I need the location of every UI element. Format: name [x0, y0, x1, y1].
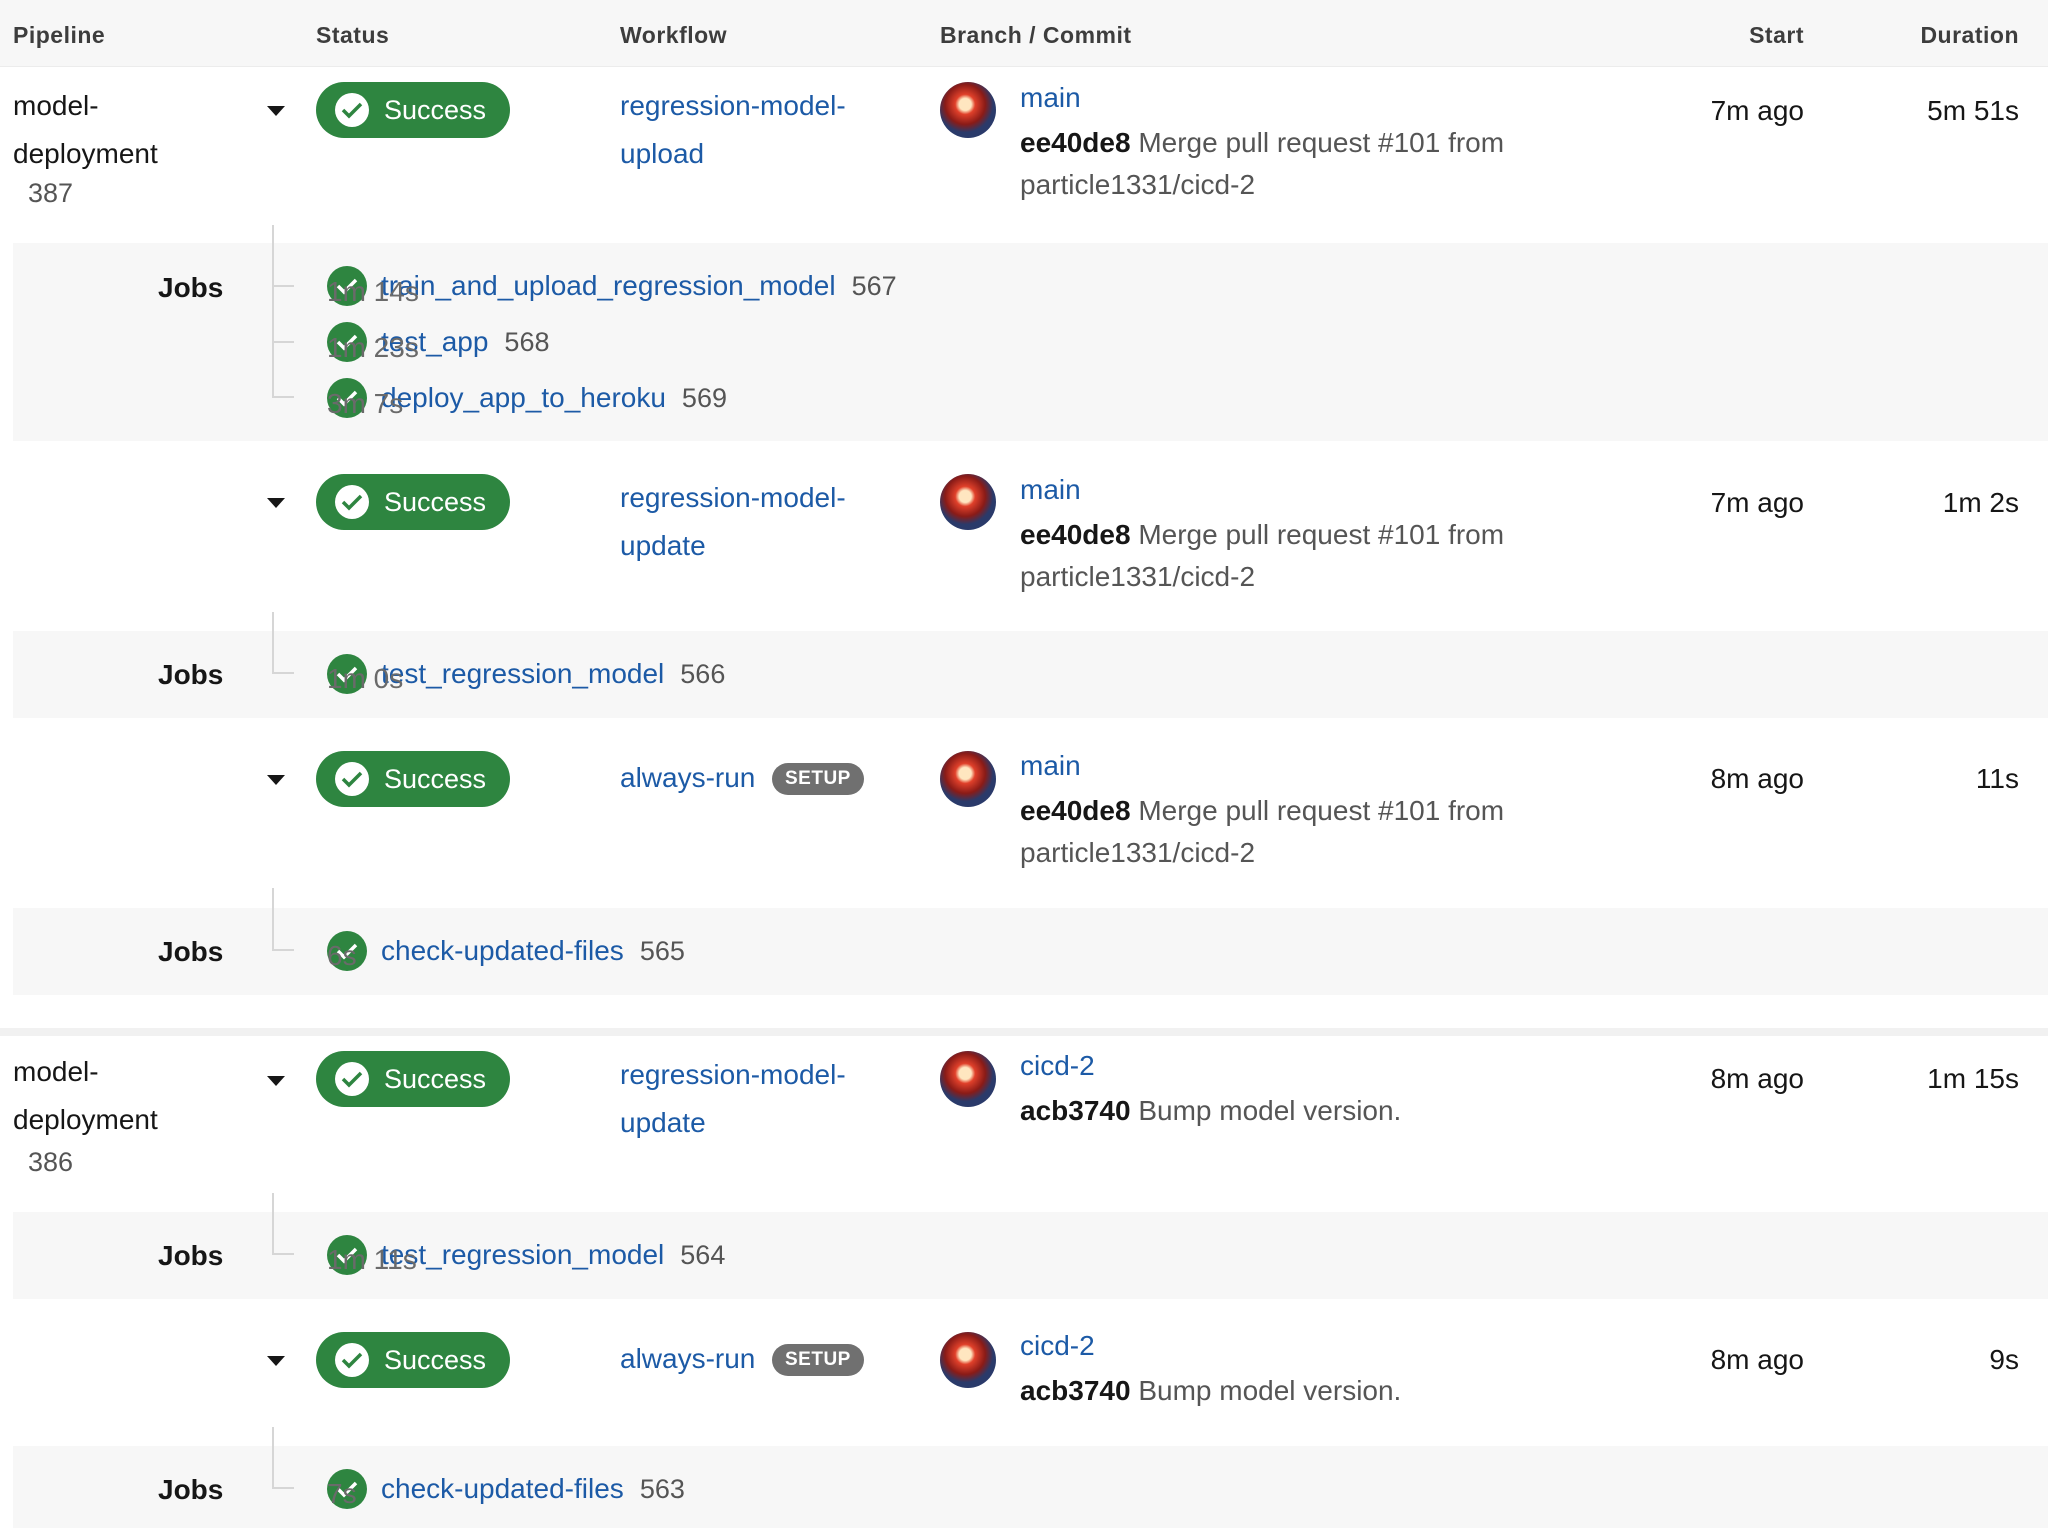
tree-line [272, 1427, 274, 1489]
tree-branch [272, 285, 294, 287]
pipeline-divider [0, 1028, 2048, 1036]
header-pipeline: Pipeline [13, 22, 106, 48]
job-duration: 7s [327, 1478, 357, 1509]
start-time: 8m ago [1710, 1344, 1804, 1375]
workflow-link[interactable]: regression-model-update [620, 1051, 880, 1147]
job-duration: 1m 14s [327, 276, 419, 307]
branch-link[interactable]: cicd-2 [1020, 1050, 1095, 1082]
status-badge[interactable]: Success [316, 1051, 510, 1107]
commit-message: Bump model version. [1138, 1375, 1402, 1406]
avatar [940, 751, 996, 807]
expand-caret-icon[interactable] [267, 775, 285, 785]
jobs-label: Jobs [158, 1240, 224, 1271]
check-icon [335, 762, 369, 796]
start-time: 7m ago [1710, 487, 1804, 518]
check-icon [335, 485, 369, 519]
expand-caret-icon[interactable] [267, 106, 285, 116]
job-duration: 1m 23s [327, 332, 419, 363]
start-time: 8m ago [1710, 763, 1804, 794]
job-duration: 3m 7s [327, 388, 404, 419]
pipeline-number: 386 [28, 1147, 74, 1177]
job-duration: 1m 0s [327, 663, 404, 694]
avatar [940, 1332, 996, 1388]
header-duration: Duration [1920, 22, 2019, 48]
header-branch-commit: Branch / Commit [940, 22, 1132, 48]
workflow-link[interactable]: regression-model-update [620, 474, 880, 570]
check-icon [335, 1062, 369, 1096]
tree-branch [272, 1487, 294, 1489]
branch-link[interactable]: main [1020, 82, 1081, 114]
jobs-label: Jobs [158, 1474, 224, 1505]
check-icon [335, 93, 369, 127]
commit-info[interactable]: ee40de8 Merge pull request #101 from par… [1020, 514, 1580, 598]
commit-sha: ee40de8 [1020, 127, 1131, 158]
start-time: 8m ago [1710, 1063, 1804, 1094]
duration: 5m 51s [1927, 95, 2019, 126]
check-icon [335, 1343, 369, 1377]
header-workflow: Workflow [620, 22, 728, 48]
tree-line [272, 225, 274, 397]
tree-branch [272, 672, 294, 674]
commit-info[interactable]: ee40de8 Merge pull request #101 from par… [1020, 790, 1580, 874]
job-duration: 6s [327, 940, 357, 971]
commit-sha: ee40de8 [1020, 519, 1131, 550]
tree-branch [272, 1253, 294, 1255]
status-badge[interactable]: Success [316, 82, 510, 138]
tree-branch [272, 396, 294, 398]
commit-message: Bump model version. [1138, 1095, 1402, 1126]
pipeline-name[interactable]: model-deployment [13, 82, 213, 178]
commit-sha: ee40de8 [1020, 795, 1131, 826]
jobs-label: Jobs [158, 272, 224, 303]
header-status: Status [316, 22, 390, 48]
avatar [940, 1051, 996, 1107]
status-label: Success [384, 94, 487, 125]
duration: 11s [1975, 763, 2019, 794]
status-label: Success [384, 486, 487, 517]
tree-line [272, 1193, 274, 1255]
status-badge[interactable]: Success [316, 1332, 510, 1388]
avatar [940, 474, 996, 530]
expand-caret-icon[interactable] [267, 498, 285, 508]
branch-link[interactable]: main [1020, 474, 1081, 506]
status-label: Success [384, 763, 487, 794]
setup-badge: SETUP [772, 1344, 864, 1376]
duration: 1m 15s [1927, 1063, 2019, 1094]
duration: 9s [1989, 1344, 2019, 1375]
table-header: Pipeline Status Workflow Branch / Commit… [0, 0, 2048, 67]
commit-sha: acb3740 [1020, 1375, 1131, 1406]
status-badge[interactable]: Success [316, 751, 510, 807]
job-duration: 1m 11s [327, 1244, 417, 1275]
header-start: Start [1749, 22, 1804, 48]
setup-badge: SETUP [772, 763, 864, 795]
avatar [940, 82, 996, 138]
start-time: 7m ago [1710, 95, 1804, 126]
status-label: Success [384, 1063, 487, 1094]
pipeline-number: 387 [28, 178, 74, 208]
pipeline-name[interactable]: model-deployment [13, 1048, 213, 1144]
expand-caret-icon[interactable] [267, 1356, 285, 1366]
status-label: Success [384, 1344, 487, 1375]
commit-info[interactable]: acb3740 Bump model version. [1020, 1370, 1580, 1412]
commit-sha: acb3740 [1020, 1095, 1131, 1126]
branch-link[interactable]: cicd-2 [1020, 1330, 1095, 1362]
workflow-link[interactable]: regression-model-upload [620, 82, 880, 178]
tree-branch [272, 949, 294, 951]
status-badge[interactable]: Success [316, 474, 510, 530]
commit-info[interactable]: ee40de8 Merge pull request #101 from par… [1020, 122, 1580, 206]
jobs-label: Jobs [158, 936, 224, 967]
expand-caret-icon[interactable] [267, 1076, 285, 1086]
tree-line [272, 612, 274, 674]
branch-link[interactable]: main [1020, 750, 1081, 782]
tree-branch [272, 341, 294, 343]
duration: 1m 2s [1942, 487, 2019, 518]
tree-line [272, 888, 274, 951]
jobs-label: Jobs [158, 659, 224, 690]
commit-info[interactable]: acb3740 Bump model version. [1020, 1090, 1580, 1132]
